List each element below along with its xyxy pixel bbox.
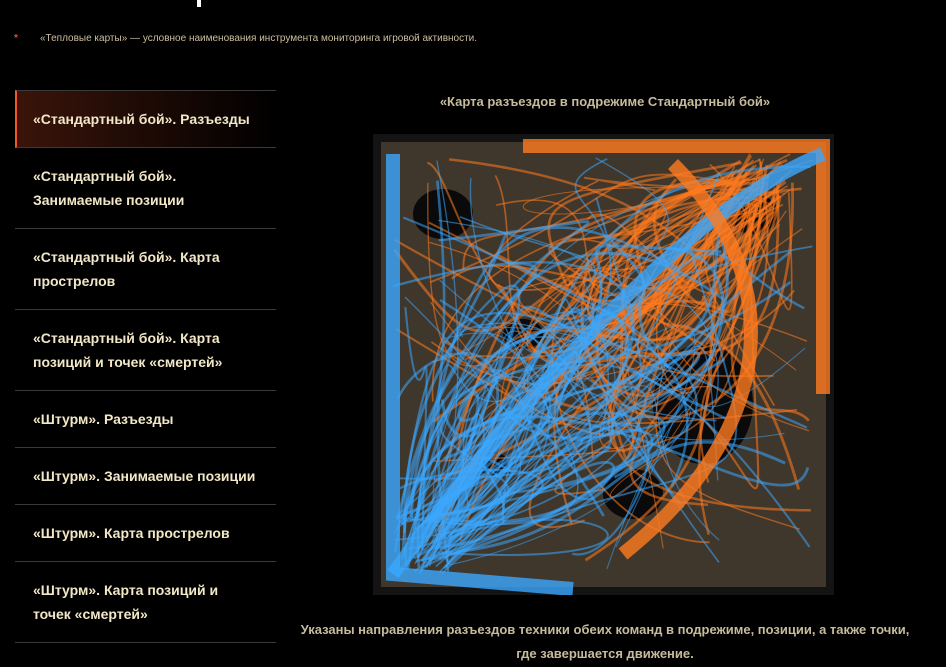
menu-item-standard-positions[interactable]: «Стандартный бой». Занимаемые позиции (15, 148, 276, 229)
heatmap-image (373, 134, 834, 596)
menu-item-assault-positions[interactable]: «Штурм». Занимаемые позиции (15, 448, 276, 505)
menu-item-label: «Стандартный бой». Занимаемые позиции (33, 168, 185, 208)
menu-item-standard-fire[interactable]: «Стандартный бой». Карта прострелов (15, 229, 276, 310)
footnote: * «Тепловые карты» — условное наименован… (14, 33, 477, 44)
menu-item-label: «Стандартный бой». Разъезды (33, 111, 250, 127)
menu-item-label: «Штурм». Занимаемые позиции (33, 468, 256, 484)
menu-item-label: «Штурм». Карта прострелов (33, 525, 230, 541)
heatmap-menu: «Стандартный бой». Разъезды «Стандартный… (15, 90, 276, 643)
menu-item-label: «Стандартный бой». Карта позиций и точек… (33, 330, 223, 370)
heading-fragment (197, 0, 201, 7)
menu-item-label: «Штурм». Карта позиций и точек «смертей» (33, 582, 219, 622)
heatmap-routes (381, 139, 830, 596)
menu-item-standard-routes[interactable]: «Стандартный бой». Разъезды (15, 90, 276, 148)
footnote-text: «Тепловые карты» — условное наименования… (40, 33, 478, 44)
menu-item-assault-routes[interactable]: «Штурм». Разъезды (15, 391, 276, 448)
map-caption: «Карта разъездов в подрежиме Стандартный… (439, 94, 771, 109)
menu-item-standard-deaths[interactable]: «Стандартный бой». Карта позиций и точек… (15, 310, 276, 391)
menu-item-label: «Стандартный бой». Карта прострелов (33, 249, 220, 289)
map-description: Указаны направления разъездов техники об… (300, 622, 910, 661)
asterisk-icon: * (14, 33, 18, 44)
menu-item-label: «Штурм». Разъезды (33, 411, 174, 427)
menu-item-assault-deaths[interactable]: «Штурм». Карта позиций и точек «смертей» (15, 562, 276, 643)
menu-item-assault-fire[interactable]: «Штурм». Карта прострелов (15, 505, 276, 562)
